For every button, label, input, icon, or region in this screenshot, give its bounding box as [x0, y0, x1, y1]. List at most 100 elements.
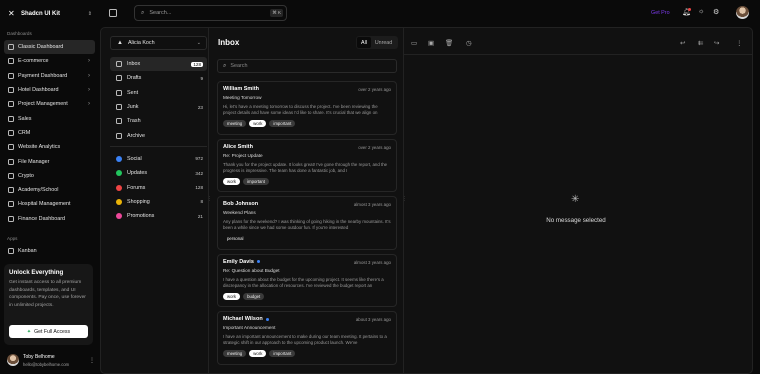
folder-item-archive[interactable]: Archive — [110, 128, 207, 142]
get-full-access-button[interactable]: ✦ Get Full Access — [9, 325, 88, 338]
trash-icon — [116, 118, 122, 125]
sidebar-item-hospital-management[interactable]: Hospital Management — [4, 197, 95, 211]
promotions-dot-icon — [116, 213, 122, 220]
sidebar-item-label: File Manager — [18, 158, 50, 165]
hospital-management-icon — [8, 201, 14, 208]
category-item-updates[interactable]: Updates 342 — [110, 166, 207, 180]
e-commerce-icon — [8, 58, 14, 65]
sidebar-item-classic-dashboard[interactable]: Classic Dashboard — [4, 40, 95, 55]
folder-item-trash[interactable]: Trash — [110, 114, 207, 128]
inbox-icon — [116, 61, 122, 68]
tab-unread[interactable]: Unread — [371, 37, 396, 48]
mail-subject: Re: Question about Budget — [223, 267, 280, 273]
unlock-title: Unlock Everything — [9, 269, 64, 276]
category-item-shopping[interactable]: Shopping 8 — [110, 195, 207, 209]
category-label: Forums — [127, 184, 146, 191]
account-switcher[interactable]: ▲ Alicia Koch ⌄ — [110, 36, 207, 50]
sidebar-item-e-commerce[interactable]: E-commerce › — [4, 54, 95, 68]
mail-list-item[interactable]: Emily Davis almost 3 years ago Re: Questio… — [217, 253, 397, 307]
mail-list-item[interactable]: Bob Johnson almost 3 years ago Weekend Pla… — [217, 196, 397, 250]
sun-icon[interactable]: ☼ — [698, 8, 704, 15]
category-label: Shopping — [127, 198, 150, 205]
resize-handle[interactable]: ⋮ — [207, 196, 212, 202]
sidebar-item-finance-dashboard[interactable]: Finance Dashboard — [4, 212, 95, 226]
mail-subject: Weekend Plans — [223, 210, 256, 215]
mail-search-input[interactable]: ⌕ Search — [217, 59, 397, 73]
unread-dot — [265, 317, 269, 321]
sidebar-item-label: Hospital Management — [18, 201, 71, 208]
resize-handle[interactable]: ⋮ — [402, 196, 407, 202]
divider — [404, 54, 753, 55]
mail-list-item[interactable]: William Smith over 2 years ago Meeting Tom… — [217, 81, 397, 135]
folder-label: Archive — [127, 132, 145, 139]
notification-dot — [688, 8, 691, 11]
settings-icon[interactable]: ⚙ — [713, 8, 719, 16]
folder-item-sent[interactable]: Sent — [110, 86, 207, 100]
project-management-icon — [8, 101, 14, 108]
reply-all-icon[interactable]: ⇇ — [698, 39, 703, 47]
global-search-input[interactable]: ⌕ Search... ⌘ K — [134, 5, 287, 21]
search-icon: ⌕ — [141, 9, 145, 16]
get-full-access-label: Get Full Access — [34, 328, 71, 335]
crm-icon — [8, 129, 14, 136]
category-count: 8 — [200, 199, 203, 205]
shopping-dot-icon — [116, 198, 122, 205]
category-count: 972 — [195, 156, 203, 162]
sidebar-item-label: Payment Dashboard — [18, 72, 68, 79]
sidebar-item-academy-school[interactable]: Academy/School — [4, 183, 95, 197]
classic-dashboard-icon — [8, 44, 14, 51]
mail-list-item[interactable]: Michael Wilson about 3 years ago Important… — [217, 311, 397, 365]
sidebar-item-crm[interactable]: CRM — [4, 126, 95, 140]
category-item-forums[interactable]: Forums 128 — [110, 180, 207, 194]
folder-item-inbox[interactable]: Inbox 128 — [110, 57, 207, 72]
folder-item-junk[interactable]: Junk 23 — [110, 100, 207, 114]
more-vertical-icon[interactable]: ⋮ — [736, 39, 743, 47]
sidebar-item-hotel-dashboard[interactable]: Hotel Dashboard › — [4, 83, 95, 97]
mail-date: over 2 years ago — [358, 144, 391, 150]
archive-icon[interactable]: ▭ — [411, 39, 417, 47]
category-item-social[interactable]: Social 972 — [110, 152, 207, 166]
chevron-down-icon: ⌄ — [196, 40, 201, 46]
folder-count-badge: 128 — [191, 61, 203, 67]
clock-icon[interactable]: ◷ — [466, 39, 472, 47]
sidebar-item-label: Finance Dashboard — [18, 215, 66, 222]
category-item-promotions[interactable]: Promotions 21 — [110, 209, 207, 223]
sidebar-item-crypto[interactable]: Crypto — [4, 169, 95, 183]
sidebar-item-project-management[interactable]: Project Management › — [4, 97, 95, 111]
sidebar-item-label: Website Analytics — [18, 144, 61, 151]
avatar[interactable] — [736, 6, 749, 19]
sidebar-toggle-icon[interactable] — [109, 9, 117, 17]
mail-preview: Any plans for the weekend? I was thinkin… — [223, 219, 391, 230]
folder-label: Trash — [127, 118, 141, 125]
junk-icon — [116, 104, 122, 111]
tag-badge: important — [269, 350, 296, 357]
kanban-icon — [8, 248, 14, 255]
mail-preview: I have a question about the budget for t… — [223, 276, 384, 288]
sidebar-item-website-analytics[interactable]: Website Analytics — [4, 140, 95, 154]
forward-icon[interactable]: ↪ — [714, 39, 719, 47]
mail-list-item[interactable]: Alice Smith over 2 years ago Re: Project U… — [217, 138, 397, 192]
reply-icon[interactable]: ↩ — [680, 39, 685, 47]
trash-icon[interactable]: 🗑︎ — [445, 39, 453, 47]
chevron-updown-icon: ⇕ — [87, 11, 92, 17]
forums-dot-icon — [116, 184, 122, 191]
folder-label: Drafts — [127, 75, 142, 82]
mail-sender: Michael Wilson — [223, 316, 263, 322]
sidebar-item-sales[interactable]: Sales — [4, 111, 95, 125]
unlock-card: Unlock Everything Get instant access to … — [4, 264, 93, 345]
sidebar-item-kanban[interactable]: Kanban — [4, 244, 95, 258]
folder-item-drafts[interactable]: Drafts 9 — [110, 71, 207, 85]
archive-x-icon[interactable]: ▣ — [428, 39, 434, 47]
user-menu[interactable]: Toby Belhome hello@tobybelhome.com ⋮ — [7, 352, 95, 368]
sidebar-item-payment-dashboard[interactable]: Payment Dashboard › — [4, 69, 95, 83]
tab-all[interactable]: All — [357, 37, 371, 48]
brand-switcher[interactable]: ✕ Shadcn UI Kit ⇕ — [8, 9, 92, 19]
finance-dashboard-icon — [8, 215, 14, 222]
section-label-apps: Apps — [7, 236, 18, 241]
account-name: Alicia Koch — [127, 40, 155, 46]
folder-label: Inbox — [127, 61, 141, 68]
mail-app: ▲ Alicia Koch ⌄ Inbox 128 Drafts 9 Sent Junk 2… — [100, 27, 753, 374]
get-pro-link[interactable]: Get Pro — [651, 10, 670, 16]
sidebar-item-file-manager[interactable]: File Manager — [4, 154, 95, 168]
avatar — [7, 354, 19, 366]
